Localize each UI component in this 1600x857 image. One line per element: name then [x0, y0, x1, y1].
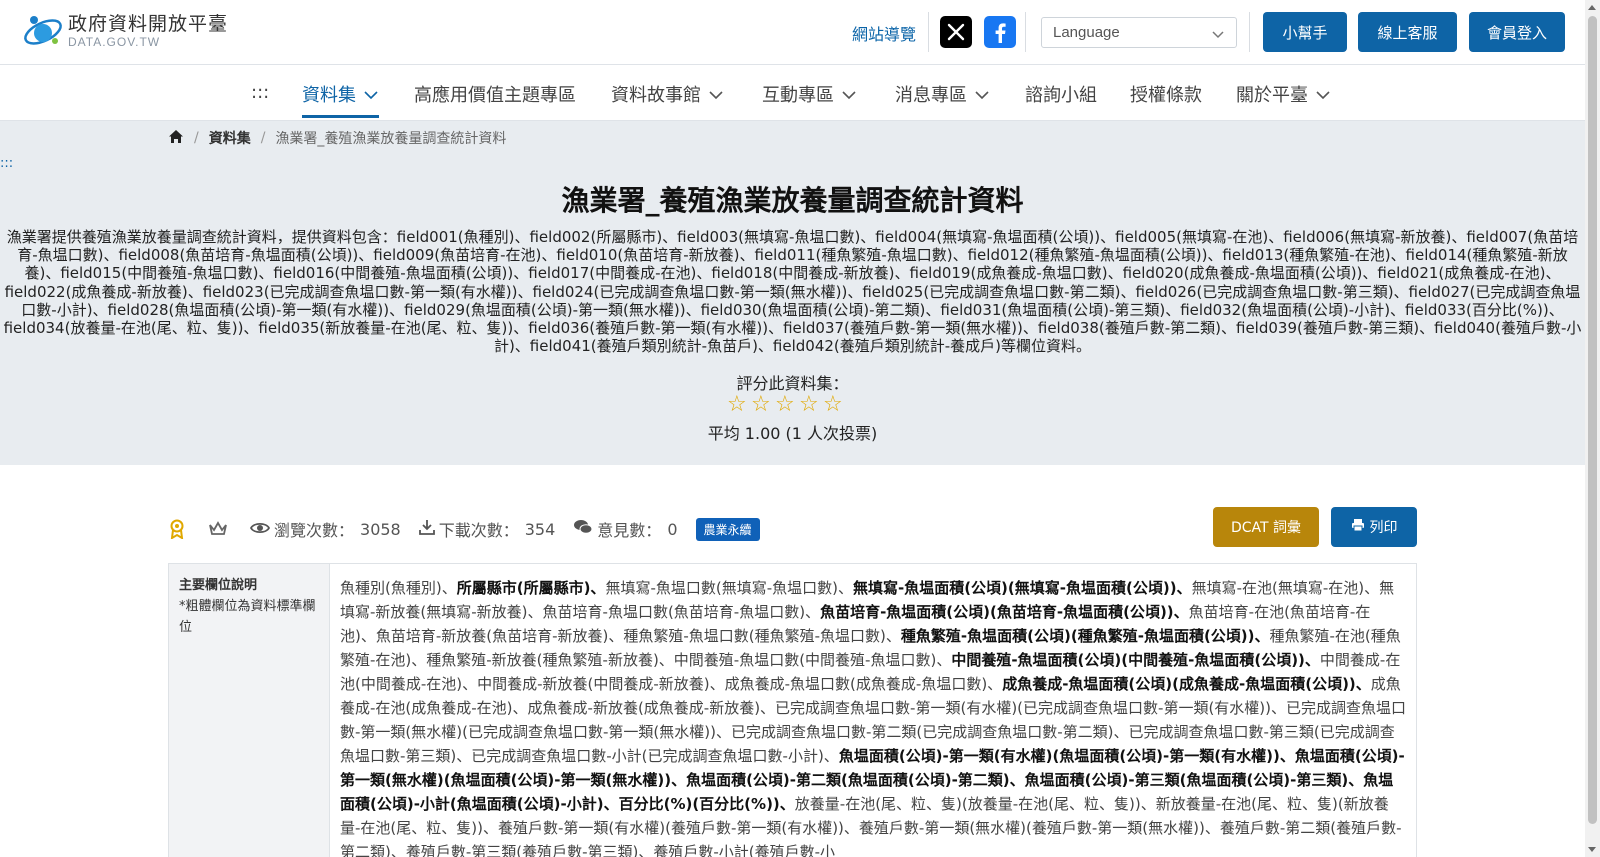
field-item: 無填寫-魚塭口數(無填寫-魚塭口數)、 [605, 579, 853, 597]
star-icon[interactable]: ☆ [823, 394, 847, 416]
fields-head-note: *粗體欄位為資料標準欄位 [179, 599, 316, 635]
field-standard: 無填寫-魚塭面積(公頃)(無填寫-魚塭面積(公頃))、 [852, 579, 1192, 597]
top-header: 政府資料開放平臺 DATA.GOV.TW 網站導覽 Language 小幫手 線… [0, 0, 1585, 65]
logo-mark-icon [22, 11, 64, 51]
dataset-description: 漁業署提供養殖漁業放養量調查統計資料，提供資料包含：field001(魚種別)、… [3, 228, 1582, 356]
nav-item-about[interactable]: 關於平臺 [1236, 81, 1330, 107]
nav-item-interactive[interactable]: 互動專區 [762, 81, 856, 107]
fields-list: 魚種別(魚種別)、所屬縣市(所屬縣市)、無填寫-魚塭口數(無填寫-魚塭口數)、無… [330, 564, 1416, 857]
logo-title: 政府資料開放平臺 [68, 12, 229, 35]
rating-stars: ☆ ☆ ☆ ☆ ☆ [727, 394, 847, 416]
nav-item-label: 授權條款 [1130, 85, 1202, 106]
nav-item-label: 資料故事館 [611, 85, 701, 106]
page-title: 漁業署_養殖漁業放養量調查統計資料 [561, 184, 1024, 217]
views-stat: 瀏覽次數： 3058 [249, 517, 401, 541]
chevron-down-icon [842, 84, 856, 105]
print-icon [1351, 518, 1365, 536]
field-standard: 魚苗培育-魚塭面積(公頃)(魚苗培育-魚塭面積(公頃))、 [820, 603, 1189, 621]
language-select[interactable]: Language [1041, 17, 1237, 48]
field-standard: 中間養殖-魚塭面積(公頃)(中間養殖-魚塭面積(公頃))、 [951, 651, 1320, 669]
scrollbar-thumb[interactable] [1588, 16, 1597, 824]
dataset-hero: / 資料集 / 漁業署_養殖漁業放養量調查統計資料 ::: 漁業署_養殖漁業放養… [0, 121, 1585, 465]
sitemap-link[interactable]: 網站導覽 [852, 21, 916, 45]
field-standard: 種魚繁殖-魚塭面積(公頃)(種魚繁殖-魚塭面積(公頃))、 [900, 627, 1270, 645]
nav-item-high-value[interactable]: 高應用價值主題專區 [414, 81, 576, 107]
star-icon[interactable]: ☆ [775, 394, 799, 416]
downloads-stat: 下載次數： 354 [418, 517, 556, 541]
downloads-label: 下載次數： [438, 521, 519, 540]
field-standard: 所屬縣市(所屬縣市)、 [456, 579, 606, 597]
dcat-button[interactable]: DCAT 詞彙 [1213, 507, 1319, 547]
chevron-down-icon [709, 84, 723, 105]
scroll-down-arrow-icon[interactable] [1588, 847, 1596, 852]
star-icon[interactable]: ☆ [727, 394, 751, 416]
member-login-button[interactable]: 會員登入 [1469, 12, 1565, 52]
nav-item-label: 資料集 [302, 85, 356, 106]
field-item: 魚種別(魚種別)、 [340, 579, 457, 597]
dataset-stats: 瀏覽次數： 3058 下載次數： 354 意見數： 0 農業永續 [168, 515, 760, 543]
fields-table-header: 主要欄位說明 *粗體欄位為資料標準欄位 [169, 564, 330, 857]
divider [1025, 12, 1026, 52]
comments-stat: 意見數： 0 [573, 517, 678, 541]
star-icon[interactable]: ☆ [799, 394, 823, 416]
breadcrumb-datasets[interactable]: 資料集 [209, 128, 251, 148]
crown-icon [208, 521, 232, 537]
divider [1249, 12, 1250, 52]
page-scrollbar[interactable] [1585, 0, 1600, 857]
fields-table: 主要欄位說明 *粗體欄位為資料標準欄位 魚種別(魚種別)、所屬縣市(所屬縣市)、… [168, 563, 1417, 857]
breadcrumb: / 資料集 / 漁業署_養殖漁業放養量調查統計資料 [168, 128, 506, 148]
comments-count: 0 [667, 519, 678, 539]
award-icon [168, 519, 190, 539]
comments-label: 意見數： [597, 521, 662, 540]
print-button[interactable]: 列印 [1331, 507, 1417, 547]
main-nav: ::: 資料集 高應用價值主題專區 資料故事館 互動專區 消息專區 諮詢小組 授… [0, 65, 1585, 121]
nav-item-datasets[interactable]: 資料集 [302, 81, 378, 107]
accesskey-anchor[interactable]: ::: [251, 82, 269, 103]
online-support-button[interactable]: 線上客服 [1358, 12, 1457, 52]
site-logo[interactable]: 政府資料開放平臺 DATA.GOV.TW [22, 11, 228, 51]
views-count: 3058 [360, 519, 401, 539]
nav-item-license[interactable]: 授權條款 [1130, 81, 1202, 107]
helper-button[interactable]: 小幫手 [1263, 12, 1347, 52]
rating-label: 評分此資料集： [736, 374, 849, 393]
views-label: 瀏覽次數： [274, 521, 355, 540]
nav-active-indicator [302, 115, 379, 118]
nav-item-label: 諮詢小組 [1025, 85, 1097, 106]
eye-icon [249, 520, 274, 539]
chevron-down-icon [1212, 25, 1224, 44]
fields-head-title: 主要欄位說明 [179, 578, 258, 593]
breadcrumb-current: 漁業署_養殖漁業放養量調查統計資料 [275, 131, 507, 147]
nav-item-news[interactable]: 消息專區 [895, 81, 989, 107]
nav-item-label: 高應用價值主題專區 [414, 85, 576, 106]
category-badge[interactable]: 農業永續 [695, 517, 760, 541]
logo-subtitle: DATA.GOV.TW [68, 34, 161, 49]
x-twitter-icon[interactable] [940, 16, 972, 48]
field-standard: 成魚養成-魚塭面積(公頃)(成魚養成-魚塭面積(公頃))、 [1002, 675, 1371, 693]
facebook-icon[interactable] [984, 16, 1016, 48]
nav-item-advisory[interactable]: 諮詢小組 [1025, 81, 1097, 107]
chevron-down-icon [975, 84, 989, 105]
nav-item-label: 互動專區 [762, 85, 834, 106]
page: { "header": { "logo_title": "政府資料開放平臺", … [0, 0, 1600, 857]
home-icon[interactable] [168, 129, 184, 148]
star-icon[interactable]: ☆ [751, 394, 775, 416]
nav-item-label: 消息專區 [895, 85, 967, 106]
downloads-count: 354 [524, 519, 556, 539]
content-anchor[interactable]: ::: [0, 156, 13, 171]
chevron-down-icon [1316, 84, 1330, 105]
comments-icon [573, 519, 597, 539]
divider [928, 12, 929, 52]
nav-item-stories[interactable]: 資料故事館 [611, 81, 723, 107]
language-select-value: Language [1053, 24, 1120, 41]
scroll-up-arrow-icon[interactable] [1588, 5, 1596, 10]
print-button-label: 列印 [1369, 520, 1398, 536]
rating-average: 平均 1.00 (1 人次投票) [707, 424, 878, 443]
download-icon [418, 519, 439, 539]
chevron-down-icon [364, 84, 378, 105]
nav-item-label: 關於平臺 [1236, 85, 1308, 106]
